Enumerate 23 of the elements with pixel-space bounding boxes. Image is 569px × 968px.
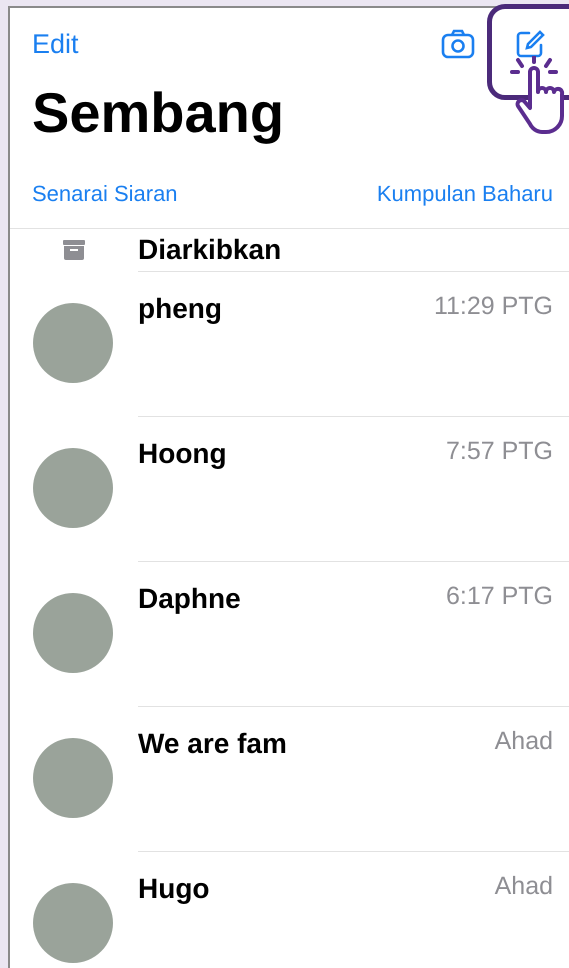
new-group-link[interactable]: Kumpulan Baharu bbox=[376, 176, 553, 210]
chat-row[interactable]: pheng 11:29 PTG bbox=[10, 270, 569, 416]
chat-time: 6:17 PTG bbox=[446, 580, 553, 612]
chat-row[interactable]: Hugo Ahad bbox=[10, 850, 569, 968]
chat-name: We are fam bbox=[138, 726, 287, 760]
chat-name: Hugo bbox=[138, 872, 210, 906]
chat-time: 11:29 PTG bbox=[434, 290, 553, 322]
archived-label: Diarkibkan bbox=[138, 232, 282, 266]
chat-time: 7:57 PTG bbox=[446, 436, 553, 466]
broadcast-list-link[interactable]: Senarai Siaran bbox=[32, 176, 178, 210]
chat-name: Daphne bbox=[138, 582, 241, 616]
chat-name: pheng bbox=[138, 292, 222, 326]
chat-row[interactable]: We are fam Ahad bbox=[10, 706, 569, 850]
edit-button[interactable]: Edit bbox=[32, 24, 79, 64]
archived-row[interactable]: Diarkibkan bbox=[10, 228, 569, 270]
chat-row[interactable]: Daphne 6:17 PTG bbox=[10, 560, 569, 706]
camera-icon[interactable] bbox=[441, 29, 475, 60]
chat-row[interactable]: Hoong 7:57 PTG bbox=[10, 416, 569, 560]
chat-name: Hoong bbox=[138, 436, 227, 471]
archive-box-icon bbox=[63, 240, 85, 260]
chat-time: Ahad bbox=[494, 870, 553, 902]
chat-time: Ahad bbox=[494, 726, 553, 756]
compose-icon[interactable] bbox=[515, 29, 545, 60]
